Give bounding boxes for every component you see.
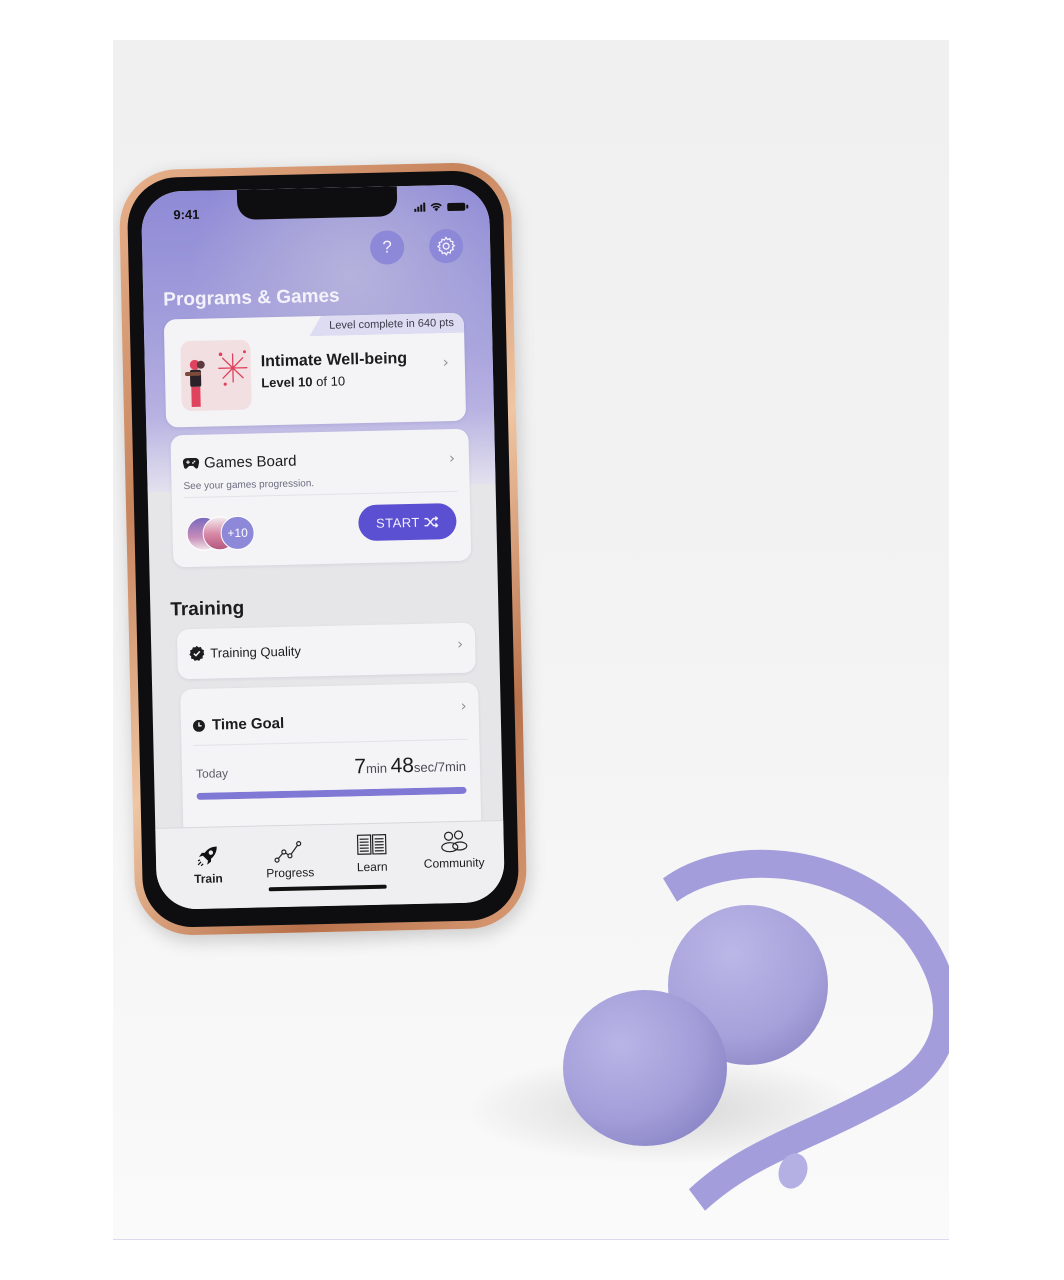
game-avatars: +10 [186, 515, 267, 552]
product-photo: 9:41 ? Programs & Games Level complete i… [113, 40, 949, 1240]
kegel-ball-device [463, 849, 949, 1211]
training-quality-card[interactable]: Training Quality › [176, 622, 476, 680]
level-complete-badge: Level complete in 640 pts [309, 313, 464, 337]
more-games-count: +10 [220, 515, 255, 551]
home-indicator [268, 884, 387, 892]
program-card[interactable]: Level complete in 640 pts Intimate Well-… [163, 312, 467, 428]
seconds-value: 48 [390, 753, 415, 778]
program-level: Level 10 of 10 [261, 373, 345, 390]
fireworks-couple-illustration [184, 350, 248, 407]
open-book-icon [356, 834, 387, 855]
status-time: 9:41 [173, 206, 200, 223]
tab-learn-label: Learn [356, 859, 388, 875]
level-total: of 10 [315, 373, 346, 390]
level-current: 10 [297, 374, 313, 390]
time-goal-progress-fill [196, 786, 467, 800]
verified-badge-icon [189, 645, 205, 661]
divider [193, 738, 468, 746]
program-title: Intimate Well-being [260, 350, 408, 371]
line-chart-icon [274, 841, 302, 863]
question-mark-icon: ? [382, 237, 393, 257]
wifi-icon [430, 203, 442, 212]
rocket-icon [197, 846, 217, 867]
games-board-label: Games Board [203, 452, 297, 472]
training-section-title: Training [170, 597, 245, 621]
tab-progress-label: Progress [266, 865, 315, 881]
today-label: Today [195, 766, 229, 781]
tab-learn[interactable]: Learn [331, 829, 412, 875]
chevron-right-icon: › [442, 353, 449, 372]
start-label: START [375, 514, 421, 531]
tab-train[interactable]: Train [168, 841, 249, 887]
games-board-card[interactable]: Games Board › See your games progression… [170, 428, 472, 568]
minutes-unit: min [365, 760, 388, 777]
shuffle-icon [424, 515, 439, 528]
tab-progress[interactable]: Progress [250, 835, 331, 881]
training-quality-row: Training Quality [189, 644, 301, 662]
seconds-unit: sec/7min [413, 758, 467, 775]
start-button[interactable]: START [358, 502, 457, 542]
level-prefix: Level [261, 374, 295, 391]
divider [183, 490, 458, 499]
tab-train-label: Train [193, 871, 223, 887]
ball-small [563, 990, 727, 1146]
gear-icon [436, 236, 456, 257]
battery-icon [447, 202, 466, 211]
chevron-right-icon: › [456, 634, 464, 653]
time-goal-label: Time Goal [211, 714, 285, 734]
notch [236, 186, 398, 220]
programs-section-title: Programs & Games [163, 285, 340, 311]
time-goal-title: Time Goal [192, 714, 285, 734]
today-time-value: 7min 48sec/7min [354, 753, 466, 780]
training-quality-label: Training Quality [210, 643, 302, 661]
program-thumbnail [180, 339, 252, 412]
signal-icon [414, 202, 426, 212]
gamepad-icon [182, 457, 200, 469]
chevron-right-icon: › [460, 696, 467, 715]
clock-icon [192, 719, 205, 732]
chevron-right-icon: › [448, 448, 456, 468]
minutes-value: 7 [354, 755, 367, 779]
status-icons [414, 202, 466, 212]
app-screen: 9:41 ? Programs & Games Level complete i… [140, 184, 506, 910]
games-board-title: Games Board [182, 452, 297, 473]
games-board-subtitle: See your games progression. [183, 478, 315, 493]
time-goal-progress-bar [196, 786, 467, 800]
